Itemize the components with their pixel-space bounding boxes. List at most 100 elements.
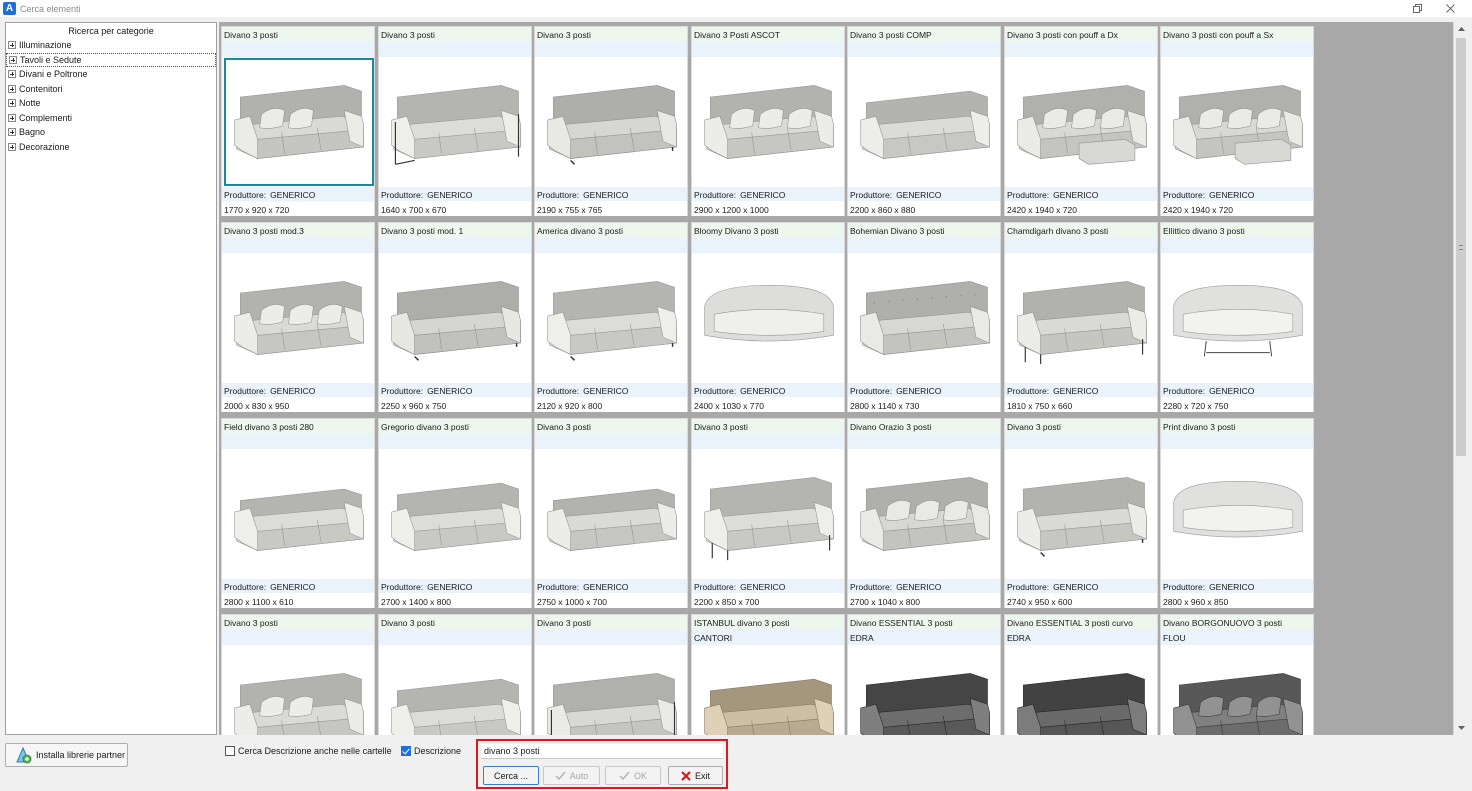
search-button[interactable]: Cerca ... [483, 766, 539, 785]
sofa-thumbnail[interactable] [694, 254, 844, 382]
app-logo-icon: A [3, 2, 16, 15]
expand-plus-icon[interactable] [8, 128, 16, 137]
sofa-thumbnail[interactable] [694, 450, 844, 578]
result-card[interactable]: Divano BORGONUOVO 3 posti FLOU [1160, 614, 1314, 735]
card-producer: Produttore: GENERICO [1005, 579, 1157, 593]
category-item[interactable]: Bagno [6, 125, 216, 140]
sofa-thumbnail[interactable] [537, 646, 687, 735]
sofa-preview-image [547, 85, 677, 165]
sofa-thumbnail[interactable] [381, 58, 531, 186]
result-card[interactable]: Divano 3 posti Produttore: GENERICO 1770 x … [221, 26, 375, 216]
producer-value: GENERICO [583, 582, 629, 592]
result-card[interactable]: Divano 3 posti COMP Produttore: GENERICO 22… [847, 26, 1001, 216]
sofa-thumbnail[interactable] [1163, 58, 1313, 186]
result-card[interactable]: Divano Orazio 3 posti Produttore: GENERICO… [847, 418, 1001, 608]
scroll-down-button[interactable] [1454, 721, 1467, 735]
sofa-thumbnail[interactable] [1007, 254, 1157, 382]
card-dimensions: 2700 x 1040 x 800 [848, 594, 1000, 608]
sofa-preview-image [547, 281, 677, 361]
search-in-folders-checkbox[interactable] [225, 746, 235, 756]
category-item[interactable]: Decorazione [6, 140, 216, 155]
result-card[interactable]: Divano 3 posti Produttore: GENERICO 2200 x … [691, 418, 845, 608]
install-partner-libraries-button[interactable]: Installa librerie partner [5, 743, 128, 767]
sofa-thumbnail[interactable] [1163, 254, 1313, 382]
result-card[interactable]: Ellittico divano 3 posti Produttore: GENER… [1160, 222, 1314, 412]
expand-plus-icon[interactable] [9, 55, 17, 64]
sofa-thumbnail[interactable] [224, 450, 374, 578]
sofa-thumbnail[interactable] [381, 450, 531, 578]
scroll-up-button[interactable] [1454, 22, 1467, 36]
sofa-thumbnail[interactable] [1007, 58, 1157, 186]
result-card[interactable]: ISTANBUL divano 3 posti CANTORI [691, 614, 845, 735]
close-window-button[interactable] [1443, 2, 1457, 15]
vertical-scrollbar[interactable] [1453, 22, 1467, 735]
exit-button[interactable]: Exit [668, 766, 723, 785]
result-card[interactable]: Field divano 3 posti 280 Produttore: GENER… [221, 418, 375, 608]
result-card[interactable]: Divano 3 posti Produttore: GENERICO 2750 x … [534, 418, 688, 608]
sofa-thumbnail[interactable] [850, 58, 1000, 186]
result-card[interactable]: America divano 3 posti Produttore: GENERIC… [534, 222, 688, 412]
result-card[interactable]: Divano ESSENTIAL 3 posti EDRA [847, 614, 1001, 735]
sofa-thumbnail[interactable] [850, 450, 1000, 578]
result-card[interactable]: Bloomy Divano 3 posti Produttore: GENERICO… [691, 222, 845, 412]
result-card[interactable]: Divano 3 posti Produttore: GENERICO 2190 x … [534, 26, 688, 216]
sofa-thumbnail[interactable] [694, 646, 844, 735]
sofa-thumbnail[interactable] [694, 58, 844, 186]
card-producer: Produttore: GENERICO [535, 383, 687, 397]
sofa-thumbnail[interactable] [224, 58, 374, 186]
sofa-thumbnail[interactable] [850, 646, 1000, 735]
sofa-thumbnail[interactable] [381, 646, 531, 735]
sofa-preview-image [704, 85, 834, 160]
result-card[interactable]: Divano 3 posti mod. 1 Produttore: GENERICO… [378, 222, 532, 412]
sofa-thumbnail[interactable] [224, 254, 374, 382]
category-item[interactable]: Tavoli e Sedute [6, 52, 216, 67]
result-card[interactable]: Divano 3 posti Produttore: GENERICO 1640 x … [378, 26, 532, 216]
sofa-thumbnail[interactable] [1163, 646, 1313, 735]
result-card[interactable]: Print divano 3 posti Produttore: GENERICO 2… [1160, 418, 1314, 608]
search-in-folders-option[interactable]: Cerca Descrizione anche nelle cartelle [225, 746, 392, 756]
result-card[interactable]: Divano 3 Posti ASCOT Produttore: GENERICO 2… [691, 26, 845, 216]
result-card[interactable]: Chamdigarh divano 3 posti Produttore: GENE… [1004, 222, 1158, 412]
result-card[interactable]: Divano 3 posti Produttore: GENERICO 2740 x … [1004, 418, 1158, 608]
sofa-thumbnail[interactable] [1007, 450, 1157, 578]
sofa-thumbnail[interactable] [537, 254, 687, 382]
description-option[interactable]: Descrizione [401, 746, 461, 756]
expand-plus-icon[interactable] [8, 113, 16, 122]
result-card[interactable]: Divano 3 posti [221, 614, 375, 735]
result-card[interactable]: Divano 3 posti con pouff a Dx Produttore:… [1004, 26, 1158, 216]
result-card[interactable]: Bohemian Divano 3 posti Produttore: GENERI… [847, 222, 1001, 412]
sofa-thumbnail[interactable] [850, 254, 1000, 382]
expand-plus-icon[interactable] [8, 99, 16, 108]
sofa-preview-image [391, 281, 521, 361]
result-card[interactable]: Divano 3 posti mod.3 Produttore: GENERICO 2… [221, 222, 375, 412]
sofa-thumbnail[interactable] [537, 450, 687, 578]
result-card[interactable]: Divano ESSENTIAL 3 posti curvo EDRA [1004, 614, 1158, 735]
result-card[interactable]: Gregorio divano 3 posti Produttore: GENERI… [378, 418, 532, 608]
expand-plus-icon[interactable] [8, 84, 16, 93]
expand-plus-icon[interactable] [8, 41, 16, 50]
category-item[interactable]: Contenitori [6, 82, 216, 97]
result-card[interactable]: Divano 3 posti con pouff a Sx Produttore:… [1160, 26, 1314, 216]
description-checkbox[interactable] [401, 746, 411, 756]
search-input[interactable] [481, 744, 723, 759]
sofa-thumbnail[interactable] [537, 58, 687, 186]
sofa-thumbnail[interactable] [1007, 646, 1157, 735]
card-brand [692, 42, 844, 57]
category-item[interactable]: Complementi [6, 111, 216, 126]
category-item[interactable]: Illuminazione [6, 38, 216, 53]
producer-label: Produttore: [694, 582, 737, 592]
category-item[interactable]: Notte [6, 96, 216, 111]
restore-window-button[interactable] [1410, 2, 1424, 15]
sofa-thumbnail[interactable] [381, 254, 531, 382]
scrollbar-thumb[interactable] [1456, 38, 1466, 456]
expand-plus-icon[interactable] [8, 70, 16, 79]
sofa-thumbnail[interactable] [224, 646, 374, 735]
result-card[interactable]: Divano 3 posti [534, 614, 688, 735]
ok-button[interactable]: OK [605, 766, 661, 785]
result-card[interactable]: Divano 3 posti [378, 614, 532, 735]
category-item[interactable]: Divani e Poltrone [6, 67, 216, 82]
auto-button[interactable]: Auto [543, 766, 600, 785]
sofa-thumbnail[interactable] [1163, 450, 1313, 578]
card-dimensions: 1810 x 750 x 660 [1005, 398, 1157, 412]
expand-plus-icon[interactable] [8, 142, 16, 151]
